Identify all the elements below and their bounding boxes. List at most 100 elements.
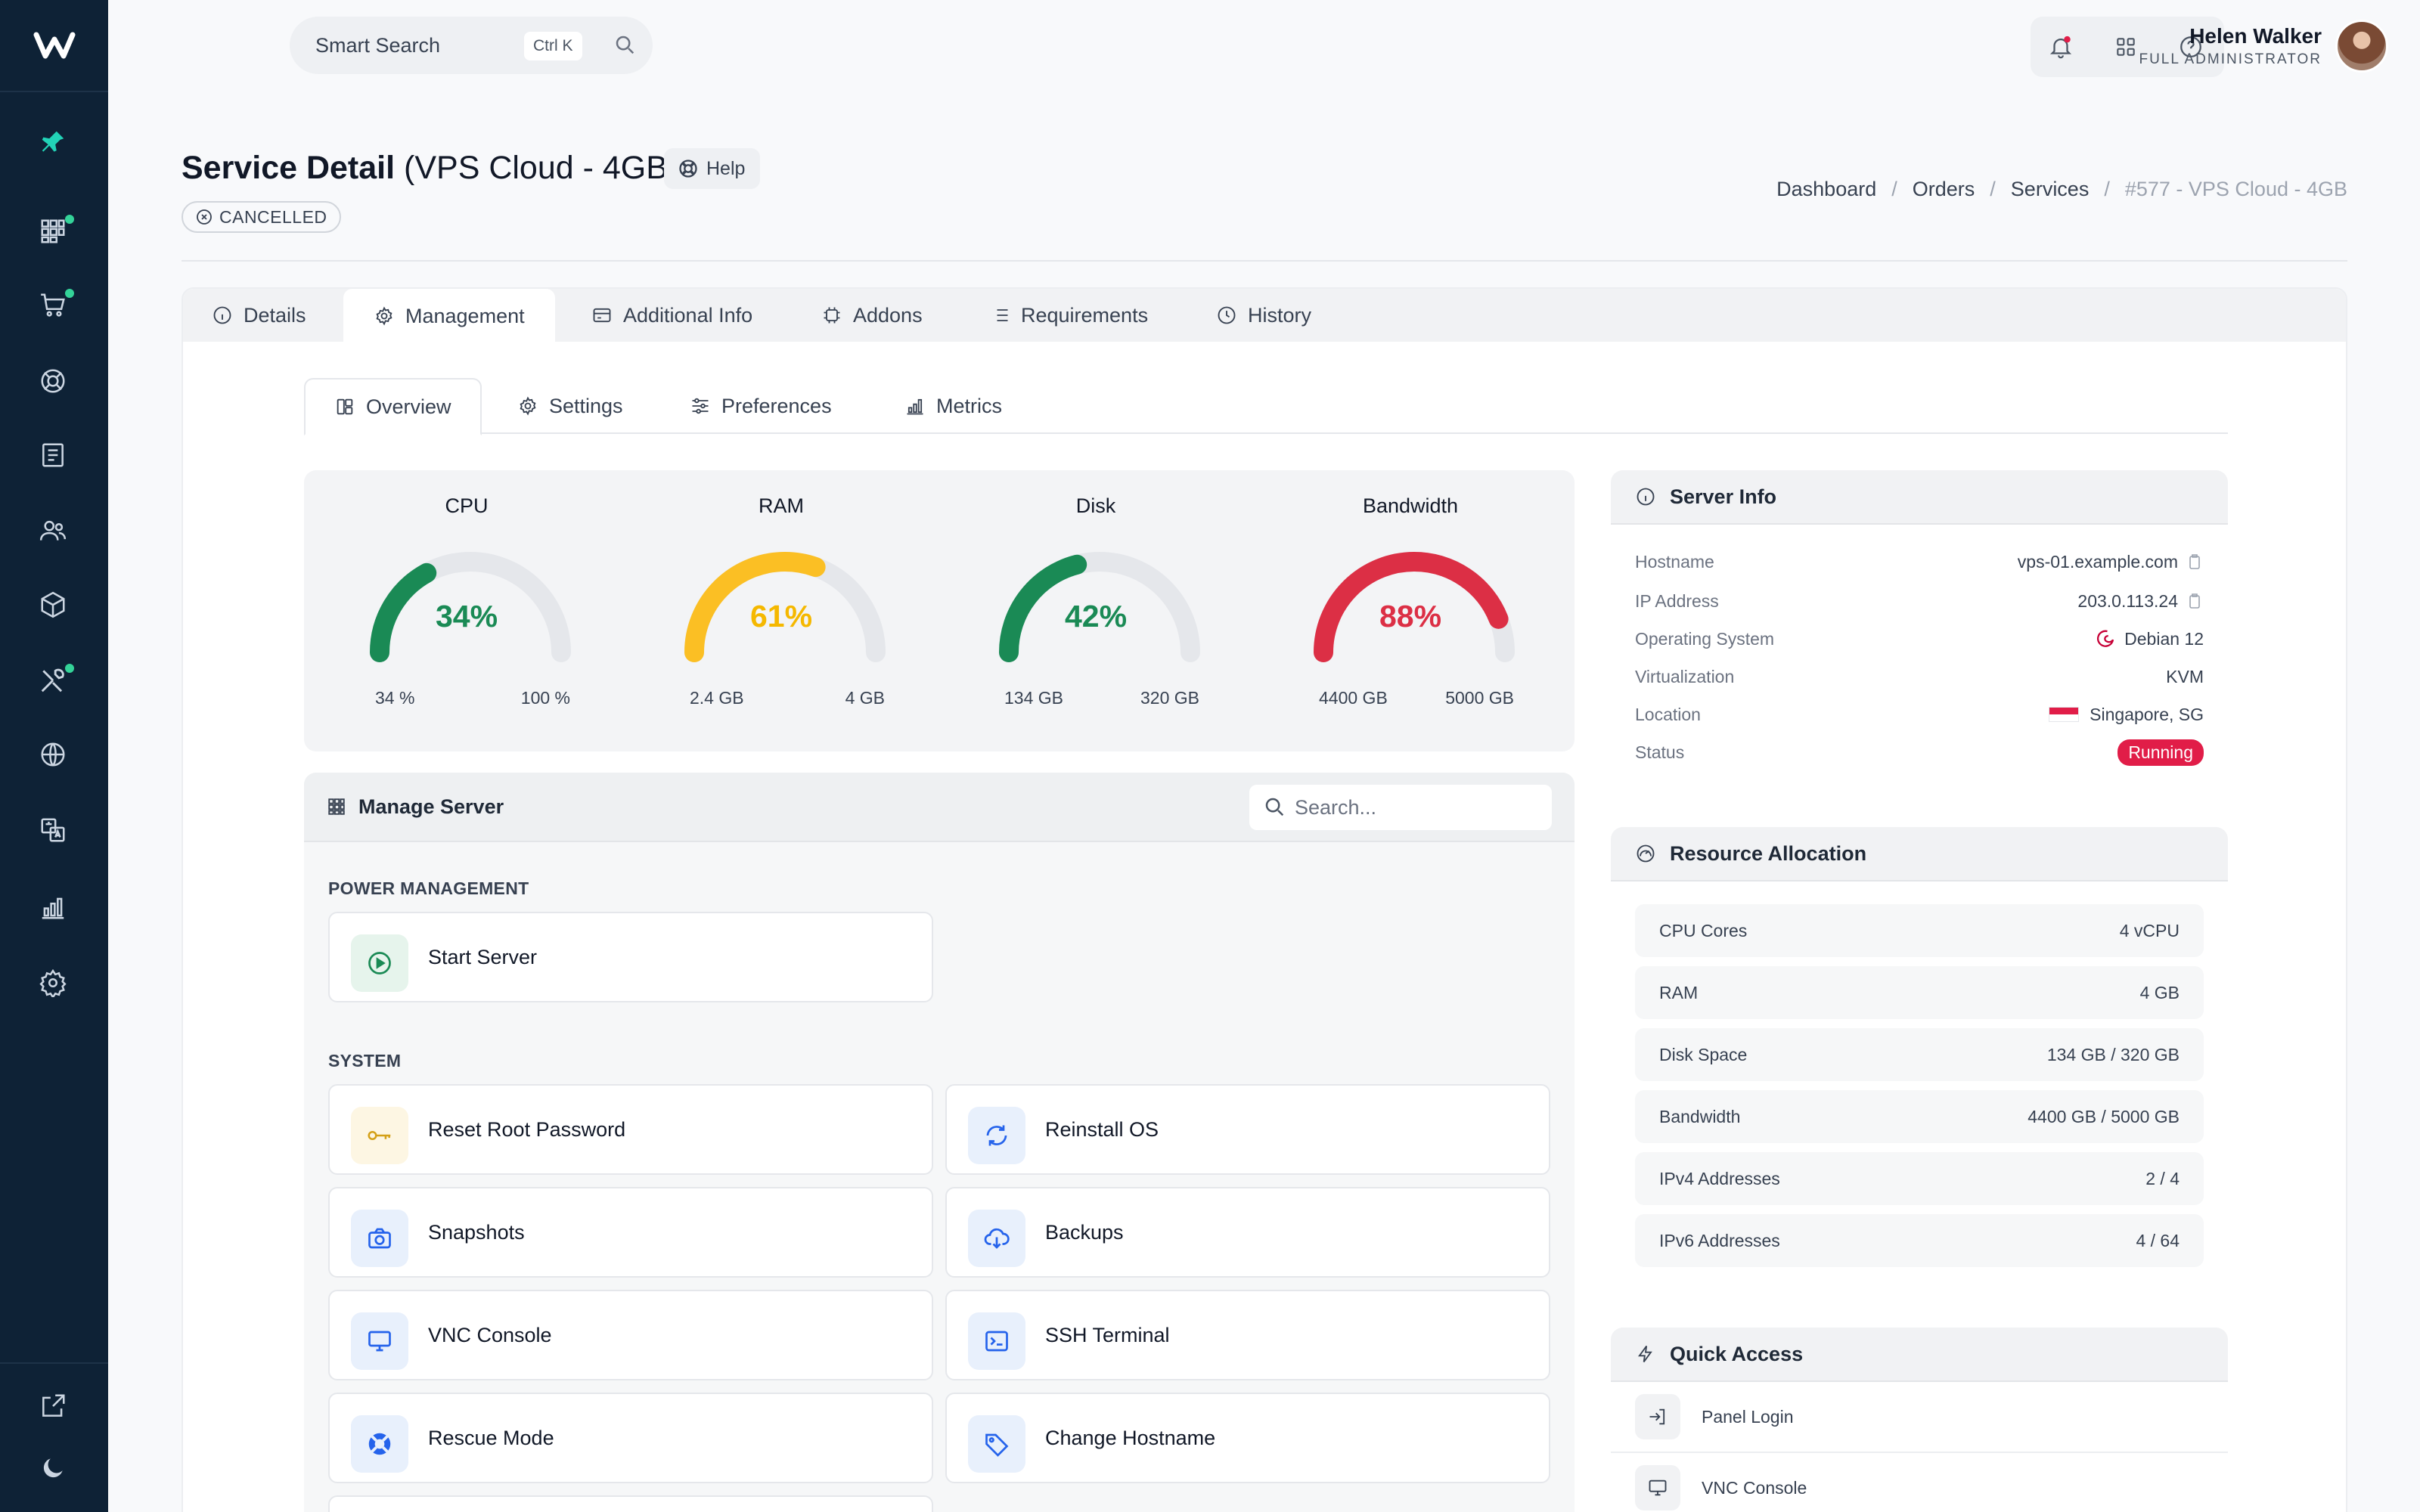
grid-icon: [327, 797, 346, 820]
user-menu[interactable]: Helen Walker FULL ADMINISTRATOR: [2139, 24, 2322, 68]
page-title: Service Detail (VPS Cloud - 4GB): [182, 150, 679, 186]
manage-search-input[interactable]: Search...: [1249, 785, 1552, 830]
gauge-title: CPU: [445, 494, 489, 517]
resource-row-disk: Disk Space 134 GB / 320 GB: [1635, 1028, 2204, 1081]
gauge-max: 320 GB: [1140, 688, 1199, 708]
info-row-virtualization: Virtualization KVM: [1635, 666, 2204, 686]
tab-history[interactable]: History: [1216, 289, 1311, 342]
reset-root-password-button[interactable]: Reset Root Password: [328, 1084, 933, 1175]
resource-allocation-header: Resource Allocation: [1611, 827, 2228, 881]
support-lifebuoy-icon[interactable]: [35, 363, 71, 399]
apps-grid-icon[interactable]: [35, 213, 74, 249]
translate-icon[interactable]: [35, 812, 71, 848]
tab-additional-info[interactable]: Additional Info: [591, 289, 752, 342]
gauge-icon: [1637, 844, 1655, 863]
help-label: Help: [706, 157, 746, 179]
tools-icon[interactable]: [35, 662, 74, 699]
main-tabs: Details Management Additional Info Addon…: [183, 289, 2346, 343]
rescue-mode-button[interactable]: Rescue Mode: [328, 1393, 933, 1483]
tab-requirements[interactable]: Requirements: [989, 289, 1148, 342]
brand-logo[interactable]: [0, 0, 108, 92]
section-system: SYSTEM: [328, 1051, 402, 1070]
external-link-icon[interactable]: [35, 1388, 71, 1424]
gauge-title: Bandwidth: [1362, 494, 1459, 517]
settings-gear-icon[interactable]: [35, 965, 71, 1001]
info-row-hostname: Hostname vps-01.example.com: [1635, 543, 2204, 581]
tab-details[interactable]: Details: [212, 289, 306, 342]
resource-row-ipv6: IPv6 Addresses 4 / 64: [1635, 1214, 2204, 1267]
breadcrumb-current: #577 - VPS Cloud - 4GB: [2124, 178, 2347, 200]
info-icon: [1637, 488, 1655, 506]
copy-icon[interactable]: [2186, 592, 2204, 610]
search-icon[interactable]: [613, 33, 636, 60]
lightning-icon: [1638, 1345, 1652, 1363]
subtab-settings[interactable]: Settings: [517, 378, 623, 434]
gauge-max: 5000 GB: [1445, 688, 1514, 708]
users-icon[interactable]: [35, 513, 71, 549]
breadcrumb-orders[interactable]: Orders: [1913, 178, 1975, 201]
backups-button[interactable]: Backups: [945, 1187, 1550, 1278]
snapshots-button[interactable]: Snapshots: [328, 1187, 933, 1278]
start-server-button[interactable]: Start Server: [328, 912, 933, 1002]
clock-icon: [1218, 306, 1236, 324]
search-placeholder: Smart Search: [315, 33, 441, 57]
sub-tabs: Overview Settings Preferences Metrics: [304, 378, 2228, 435]
monitor-icon: [351, 1312, 408, 1370]
layout-icon: [337, 398, 353, 415]
service-detail-card: Details Management Additional Info Addon…: [182, 287, 2347, 1512]
sliders-icon: [692, 398, 709, 414]
smart-search-input[interactable]: Smart Search Ctrl K: [290, 17, 653, 74]
resource-row-ram: RAM 4 GB: [1635, 966, 2204, 1019]
info-icon: [213, 306, 231, 324]
sidebar-divider: [0, 1362, 108, 1364]
list-icon: [992, 309, 1008, 321]
quick-access-panel-login[interactable]: Panel Login: [1611, 1382, 2228, 1453]
reinstall-os-button[interactable]: Reinstall OS: [945, 1084, 1550, 1175]
resource-row-ipv4: IPv4 Addresses 2 / 4: [1635, 1152, 2204, 1205]
breadcrumb-services[interactable]: Services: [2011, 178, 2090, 201]
ssh-terminal-button[interactable]: SSH Terminal: [945, 1290, 1550, 1380]
tab-management[interactable]: Management: [343, 289, 555, 343]
chip-icon: [824, 307, 840, 324]
section-power-management: POWER MANAGEMENT: [328, 878, 529, 898]
key-icon: [351, 1107, 408, 1164]
dark-mode-moon-icon[interactable]: [35, 1450, 71, 1486]
breadcrumb-dashboard[interactable]: Dashboard: [1776, 178, 1876, 201]
status-badge: CANCELLED: [182, 201, 341, 233]
gauge-bandwidth: Bandwidth 88% 4400 GB 5000 GB: [1270, 470, 1550, 751]
help-button[interactable]: Help: [664, 148, 761, 189]
vnc-console-button[interactable]: VNC Console: [328, 1290, 933, 1380]
box-icon[interactable]: [35, 587, 71, 623]
copy-icon[interactable]: [2186, 553, 2204, 571]
resource-row-cpu: CPU Cores 4 vCPU: [1635, 904, 2204, 957]
notifications-bell-icon[interactable]: [2046, 32, 2076, 62]
reports-chart-icon[interactable]: [35, 889, 71, 925]
sidebar: [0, 0, 108, 1512]
pin-icon[interactable]: [35, 124, 71, 160]
monitor-icon: [1635, 1465, 1680, 1510]
play-icon: [351, 934, 408, 992]
invoice-icon[interactable]: [35, 437, 71, 473]
subtab-preferences[interactable]: Preferences: [690, 378, 832, 434]
avatar[interactable]: [2335, 20, 2388, 73]
subtab-overview[interactable]: Overview: [304, 378, 482, 435]
manage-server-title: Manage Server: [358, 795, 504, 818]
gauge-min: 2.4 GB: [690, 688, 744, 708]
gauge-min: 134 GB: [1004, 688, 1063, 708]
quick-access-panel: Quick Access Panel Login VNC Console: [1611, 1328, 2228, 1512]
info-row-ip: IP Address 203.0.113.24: [1635, 582, 2204, 620]
breadcrumb: Dashboard / Orders / Services / #577 - VPS …: [1776, 178, 2347, 201]
globe-icon[interactable]: [35, 736, 71, 773]
tab-addons[interactable]: Addons: [821, 289, 923, 342]
quick-access-vnc-console[interactable]: VNC Console: [1611, 1453, 2228, 1512]
subtab-metrics[interactable]: Metrics: [904, 378, 1002, 434]
bar-chart-icon: [907, 398, 923, 415]
card-icon: [593, 308, 611, 323]
cart-icon[interactable]: [35, 287, 74, 324]
gauge-value: 88%: [1379, 599, 1442, 634]
apps-grid-icon[interactable]: [2111, 32, 2141, 62]
change-hostname-button[interactable]: Change Hostname: [945, 1393, 1550, 1483]
gear-icon: [376, 306, 392, 326]
header-divider: [182, 260, 2347, 262]
more-action-button[interactable]: [328, 1495, 933, 1512]
